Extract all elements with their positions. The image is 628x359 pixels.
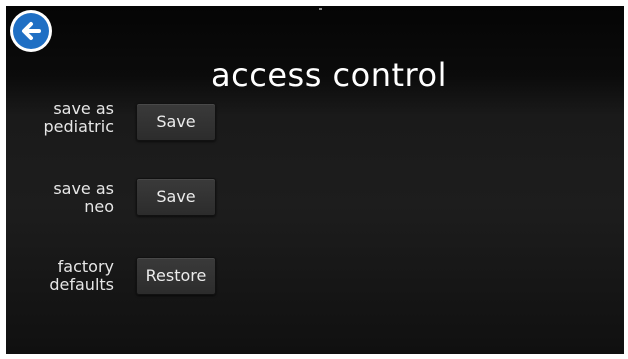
label-line: save as bbox=[53, 179, 114, 198]
save-pediatric-label: save as pediatric bbox=[16, 99, 115, 136]
save-neo-button[interactable]: Save bbox=[136, 178, 216, 216]
label-line: defaults bbox=[49, 275, 114, 294]
back-arrow-icon bbox=[13, 13, 49, 49]
top-indicator bbox=[319, 8, 322, 10]
save-neo-label: save as neo bbox=[16, 180, 114, 216]
factory-defaults-label: factory defaults bbox=[16, 258, 114, 294]
label-line: neo bbox=[84, 197, 114, 216]
label-line: pediatric bbox=[43, 117, 115, 136]
device-screen: access control save as pediatric Save sa… bbox=[6, 6, 624, 354]
label-line: factory bbox=[57, 257, 114, 276]
page-title: access control bbox=[211, 56, 447, 94]
label-line: save as bbox=[53, 99, 114, 118]
back-button[interactable] bbox=[10, 10, 52, 52]
save-pediatric-button[interactable]: Save bbox=[136, 103, 216, 141]
restore-button[interactable]: Restore bbox=[136, 257, 216, 295]
